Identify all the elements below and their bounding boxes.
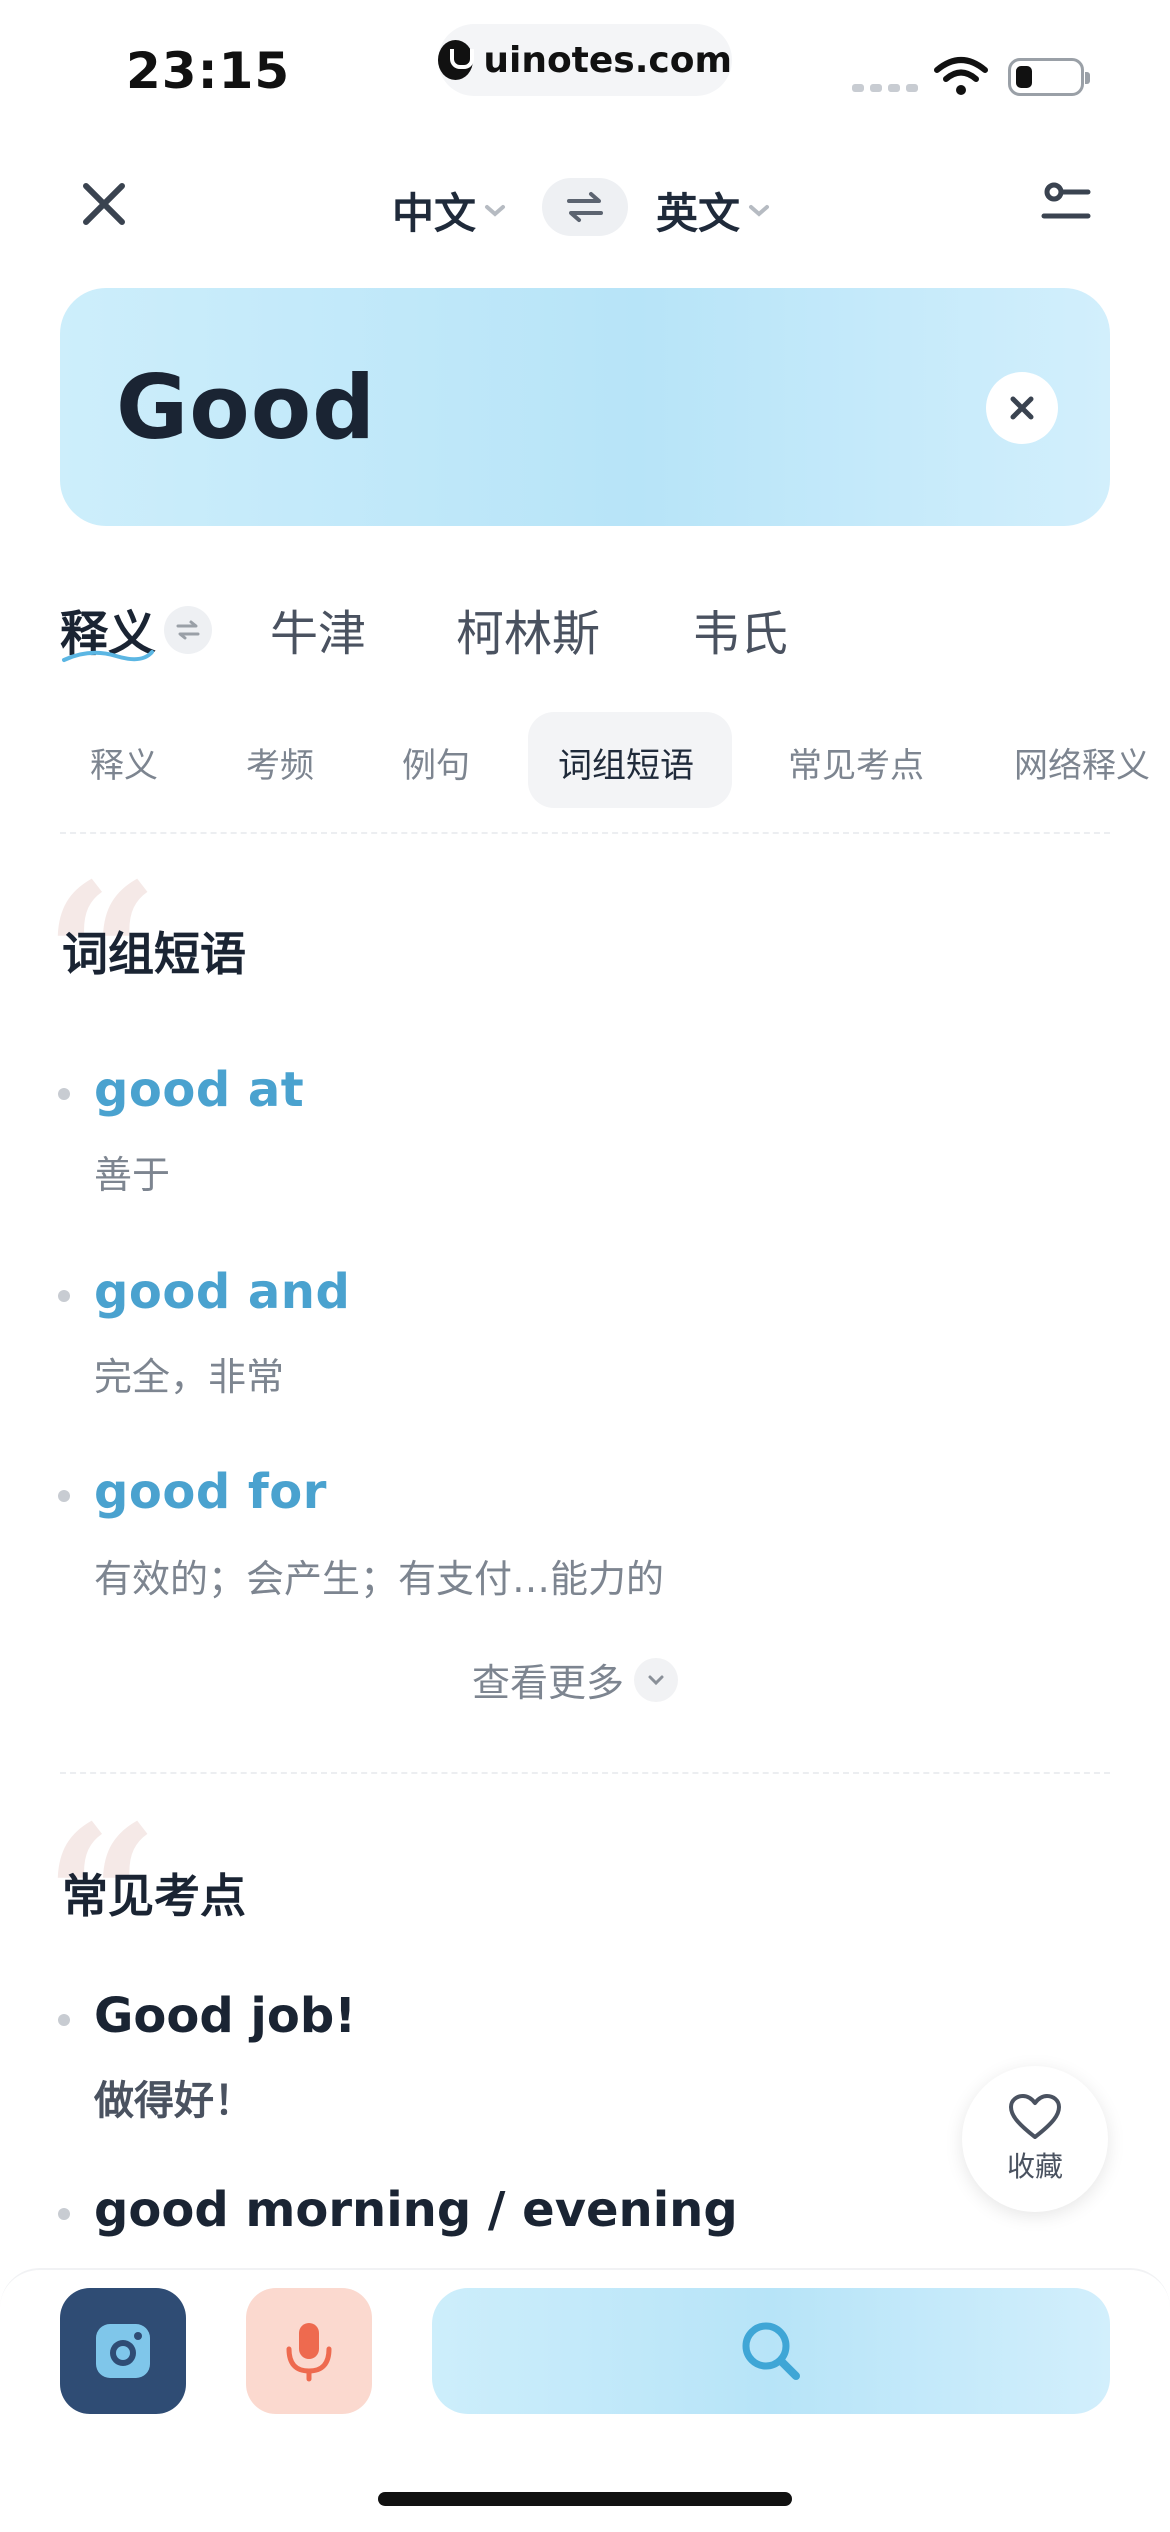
- section-tab-frequency[interactable]: 考频: [246, 738, 314, 787]
- camera-icon: [96, 2324, 150, 2378]
- chevron-down-icon: [749, 204, 770, 217]
- section-tab-exam-points[interactable]: 常见考点: [788, 738, 924, 787]
- swap-languages-button[interactable]: [542, 178, 628, 236]
- search-query[interactable]: Good: [116, 356, 376, 459]
- divider: [60, 1772, 1110, 1774]
- camera-button[interactable]: [60, 2288, 186, 2414]
- favorite-button[interactable]: 收藏: [962, 2066, 1108, 2212]
- dict-switch-button[interactable]: [164, 606, 212, 654]
- swap-icon: [567, 192, 603, 222]
- favorite-label: 收藏: [1006, 2150, 1063, 2183]
- close-icon[interactable]: [76, 176, 132, 232]
- clear-button[interactable]: [986, 372, 1058, 444]
- bottom-toolbar: [0, 2268, 1170, 2532]
- wifi-icon: [934, 57, 988, 95]
- section-tab-definition[interactable]: 释义: [90, 738, 158, 787]
- phrase-meaning: 有效的；会产生；有支付…能力的: [94, 1557, 665, 1601]
- source-language-select[interactable]: 中文: [392, 180, 508, 241]
- view-more-label: 查看更多: [472, 1661, 625, 1705]
- dict-tab-collins[interactable]: 柯林斯: [456, 594, 600, 664]
- section-title-phrases: 词组短语: [62, 927, 246, 981]
- target-language-select[interactable]: 英文: [656, 180, 772, 241]
- source-language-label: 中文: [392, 189, 477, 238]
- bullet: [58, 1088, 70, 1100]
- chevron-down-icon: [485, 204, 506, 217]
- search-button[interactable]: [432, 2288, 1110, 2414]
- section-tab-web-definition[interactable]: 网络释义: [1014, 738, 1150, 787]
- url-text: uinotes.com: [483, 39, 732, 81]
- home-indicator[interactable]: [378, 2492, 792, 2506]
- battery-icon: [1008, 58, 1090, 96]
- phrase-item[interactable]: good at: [94, 1062, 304, 1118]
- heart-icon: [1009, 2094, 1061, 2139]
- section-tab-examples[interactable]: 例句: [402, 738, 470, 787]
- phrase-meaning: 善于: [94, 1153, 171, 1197]
- exam-point-item[interactable]: good morning / evening: [94, 2182, 738, 2238]
- bullet: [58, 2014, 70, 2026]
- status-time: 23:15: [126, 42, 291, 100]
- settings-sliders-icon[interactable]: [1038, 176, 1094, 232]
- bullet: [58, 1490, 70, 1502]
- close-icon: [1010, 396, 1034, 420]
- exam-point-meaning: 做得好！: [94, 2078, 254, 2124]
- phrase-item[interactable]: good and: [94, 1264, 350, 1320]
- url-pill[interactable]: uinotes.com: [438, 24, 732, 96]
- phrase-meaning: 完全，非常: [94, 1355, 285, 1399]
- target-language-label: 英文: [656, 189, 741, 238]
- bullet: [58, 2208, 70, 2220]
- site-logo-icon: [438, 40, 475, 80]
- swap-icon: [176, 620, 200, 640]
- bullet: [58, 1290, 70, 1302]
- dict-tab-oxford[interactable]: 牛津: [270, 594, 366, 664]
- phrase-item[interactable]: good for: [94, 1464, 327, 1520]
- search-card[interactable]: Good: [60, 288, 1110, 526]
- section-tab-phrases[interactable]: 词组短语: [558, 738, 694, 787]
- view-more-button[interactable]: 查看更多: [472, 1652, 679, 1707]
- search-icon: [742, 2322, 800, 2380]
- screen: 23:15 uinotes.com 中文 英文 Good 释义 牛津 柯林斯 韦…: [0, 0, 1170, 2532]
- section-title-exam-points: 常见考点: [62, 1869, 246, 1923]
- voice-input-button[interactable]: [246, 2288, 372, 2414]
- divider: [60, 832, 1110, 834]
- dict-tab-webster[interactable]: 韦氏: [692, 594, 788, 664]
- microphone-icon: [286, 2323, 332, 2382]
- chevron-down-icon: [634, 1657, 679, 1702]
- cellular-signal-icon: [852, 84, 918, 92]
- active-tab-underline: [62, 650, 154, 662]
- exam-point-item[interactable]: Good job!: [94, 1988, 356, 2044]
